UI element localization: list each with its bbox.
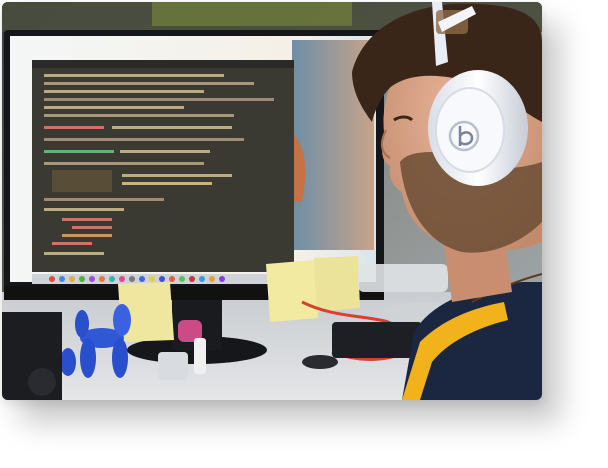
photo-card <box>2 2 542 400</box>
photo-scene <box>2 2 542 400</box>
